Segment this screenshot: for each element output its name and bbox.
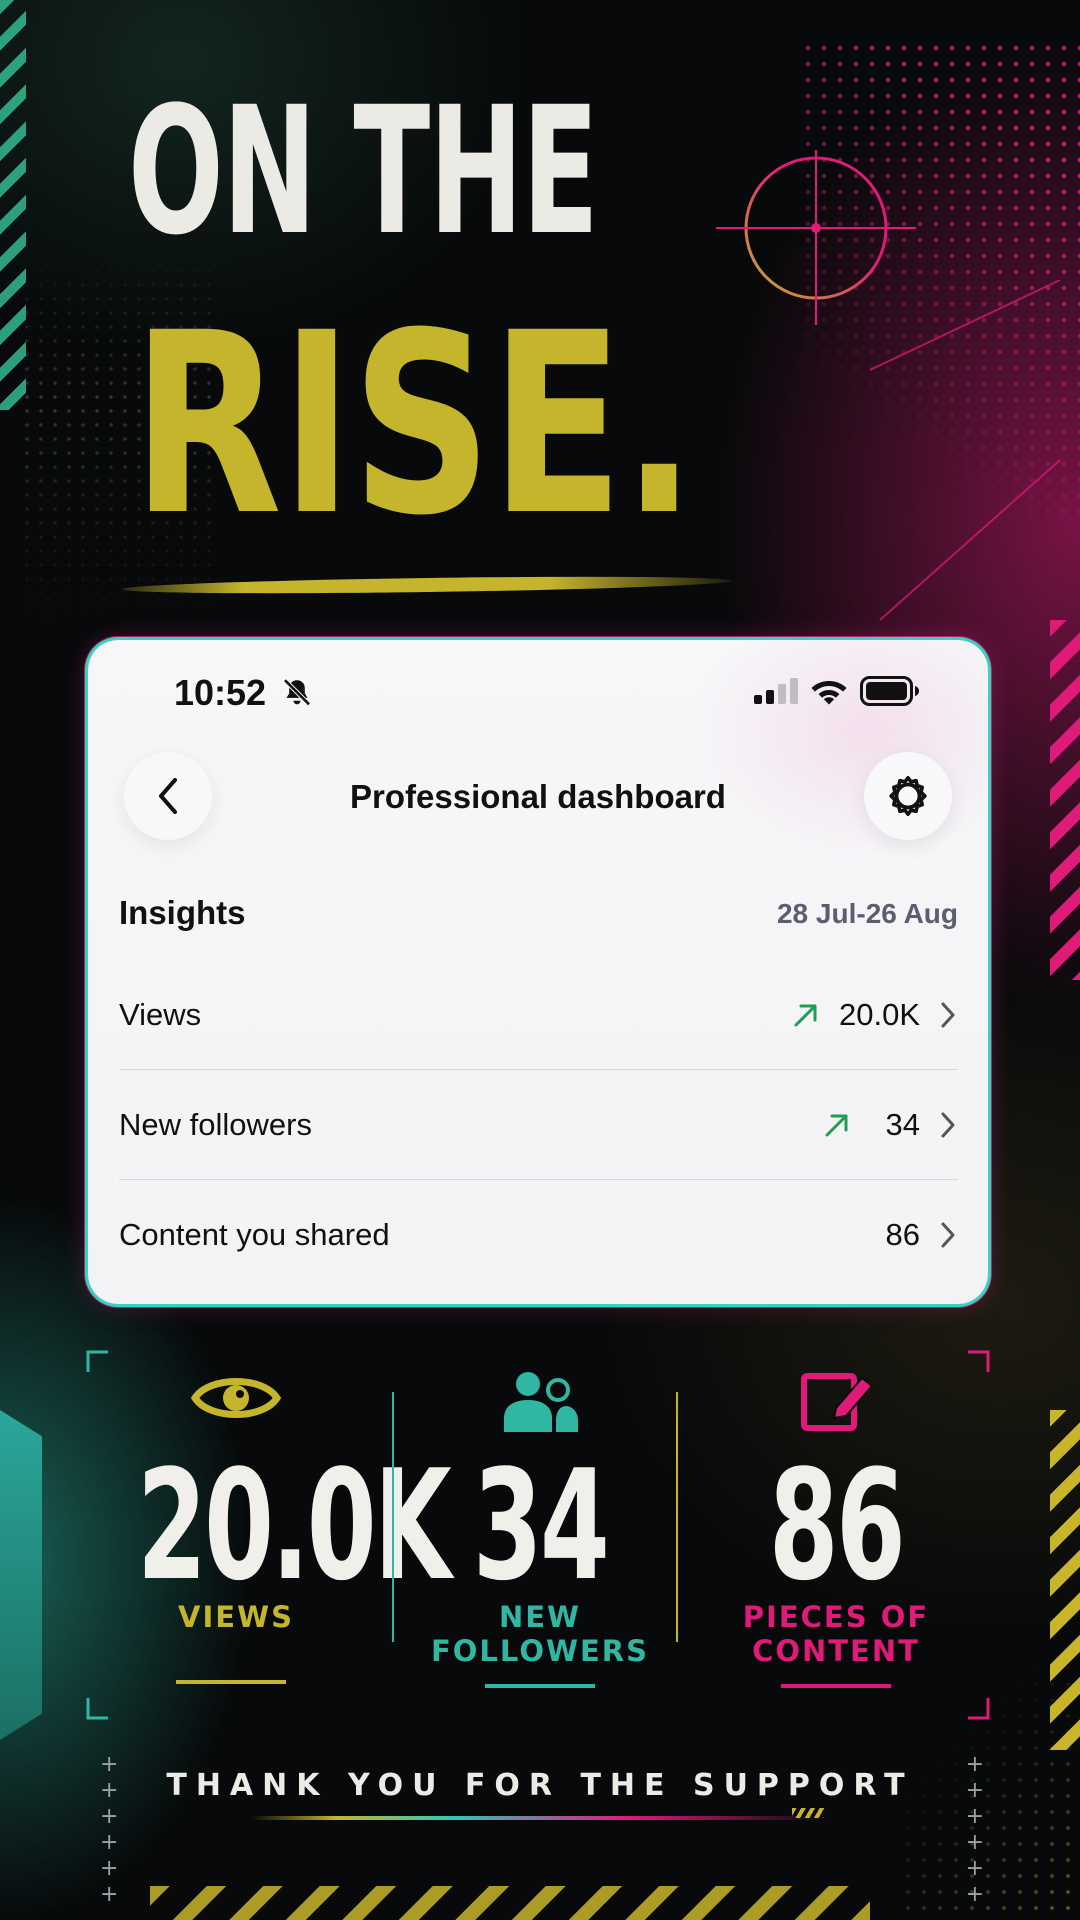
battery-icon (860, 676, 919, 706)
new-followers-row[interactable]: New followers 34 (119, 1070, 958, 1180)
hazard-stripes-decoration-pink (1050, 620, 1080, 980)
gradient-underline (250, 1816, 830, 1820)
gear-icon (889, 775, 927, 817)
stat-followers-value: 34 (472, 1437, 610, 1614)
stat-content-label-line2: CONTENT (752, 1634, 920, 1668)
teal-paint-decoration (0, 1410, 42, 1740)
stat-content-label-line1: PIECES OF (742, 1600, 930, 1634)
stats-section: 20.0K VIEWS 34 NEW FOLLOWERS 86 PIECES O… (86, 1350, 990, 1720)
views-row[interactable]: Views 20.0K (119, 960, 958, 1070)
content-shared-value: 86 (885, 1217, 920, 1252)
hazard-stripes-decoration (0, 0, 26, 410)
eye-icon (191, 1378, 281, 1418)
stat-followers-label-line1: NEW (498, 1600, 582, 1634)
cellular-signal-icon (754, 678, 798, 704)
page-title: Professional dashboard (350, 778, 726, 815)
chevron-right-icon (941, 1222, 955, 1248)
underline-bar (781, 1684, 891, 1688)
stat-views-value: 20.0K (137, 1437, 452, 1614)
frame-corner (968, 1350, 990, 1372)
views-value: 20.0K (838, 997, 920, 1032)
edit-icon (801, 1373, 874, 1431)
headline-line-1: ON THE (128, 69, 599, 274)
bell-muted-icon (283, 678, 311, 706)
settings-button[interactable] (864, 752, 952, 840)
frame-corner (86, 1350, 108, 1372)
stat-followers-label: NEW FOLLOWERS (390, 1600, 690, 1668)
headline-line-2: RISE. (132, 279, 696, 570)
trend-up-arrow-icon (794, 1004, 817, 1027)
status-time: 10:52 (174, 672, 267, 713)
dashboard-screenshot-card: 10:52 Professional dashboard Insights 28… (88, 640, 988, 1304)
row-label: Content you shared (119, 1217, 390, 1252)
diagonal-lines-decoration (869, 280, 1061, 621)
stat-views-label: VIEWS (178, 1600, 294, 1634)
frame-corner (86, 1698, 108, 1720)
frame-corner (968, 1698, 990, 1720)
separator (676, 1392, 678, 1642)
trend-up-arrow-icon (825, 1114, 848, 1137)
hazard-stripes-decoration-bottom (150, 1886, 870, 1920)
date-range[interactable]: 28 Jul-26 Aug (777, 898, 958, 930)
thank-you-message: THANK YOU FOR THE SUPPORT (166, 1768, 914, 1803)
hatch-decoration (792, 1808, 824, 1818)
insights-heading: Insights (119, 894, 246, 931)
stat-content-label: PIECES OF CONTENT (686, 1600, 986, 1668)
chevron-right-icon (941, 1112, 955, 1138)
chevron-right-icon (941, 1002, 955, 1028)
people-icon (504, 1372, 578, 1432)
underline-bar (485, 1684, 595, 1688)
stat-content-value: 86 (768, 1437, 906, 1614)
underline-bar (176, 1680, 286, 1684)
new-followers-value: 34 (885, 1107, 920, 1142)
row-label: Views (119, 997, 202, 1032)
wifi-icon (811, 681, 847, 705)
content-shared-row[interactable]: Content you shared 86 (119, 1180, 958, 1290)
stat-followers-label-line2: FOLLOWERS (430, 1634, 650, 1668)
hazard-stripes-decoration-yellow (1050, 1410, 1080, 1750)
row-label: New followers (119, 1107, 312, 1142)
